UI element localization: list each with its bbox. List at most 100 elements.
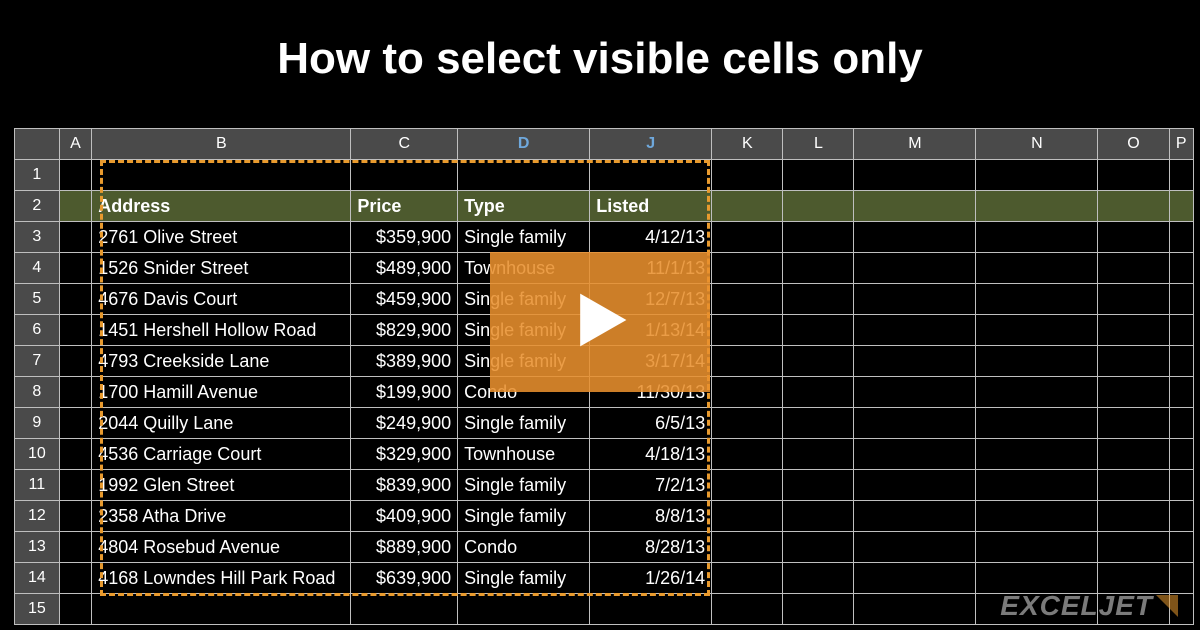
cell-listed[interactable]: 8/8/13: [590, 501, 712, 532]
cell[interactable]: [976, 439, 1098, 470]
table-row[interactable]: 144168 Lowndes Hill Park Road$639,900Sin…: [15, 563, 1194, 594]
column-header-J[interactable]: J: [590, 129, 712, 160]
row-header-1[interactable]: 1: [15, 160, 60, 191]
cell[interactable]: [92, 160, 351, 191]
cell-price[interactable]: $489,900: [351, 253, 458, 284]
cell[interactable]: [59, 532, 92, 563]
cell[interactable]: [854, 315, 976, 346]
cell[interactable]: [783, 594, 854, 625]
cell[interactable]: [59, 160, 92, 191]
cell[interactable]: [783, 191, 854, 222]
cell[interactable]: [976, 346, 1098, 377]
cell-address[interactable]: 1451 Hershell Hollow Road: [92, 315, 351, 346]
cell[interactable]: [458, 594, 590, 625]
cell-price[interactable]: $459,900: [351, 284, 458, 315]
cell[interactable]: [976, 563, 1098, 594]
cell[interactable]: [59, 408, 92, 439]
row-header-11[interactable]: 11: [15, 470, 60, 501]
cell[interactable]: [712, 284, 783, 315]
cell[interactable]: [1169, 253, 1193, 284]
cell-type[interactable]: Townhouse: [458, 439, 590, 470]
cell[interactable]: [351, 160, 458, 191]
header-price[interactable]: Price: [351, 191, 458, 222]
cell-listed[interactable]: 8/28/13: [590, 532, 712, 563]
table-row[interactable]: 122358 Atha Drive$409,900Single family8/…: [15, 501, 1194, 532]
cell-listed[interactable]: 6/5/13: [590, 408, 712, 439]
cell[interactable]: [976, 470, 1098, 501]
cell-address[interactable]: 4793 Creekside Lane: [92, 346, 351, 377]
cell[interactable]: [854, 501, 976, 532]
cell-price[interactable]: $249,900: [351, 408, 458, 439]
cell[interactable]: [1098, 191, 1169, 222]
row-header-5[interactable]: 5: [15, 284, 60, 315]
cell[interactable]: [854, 408, 976, 439]
cell[interactable]: [458, 160, 590, 191]
column-header-N[interactable]: N: [976, 129, 1098, 160]
cell[interactable]: [854, 284, 976, 315]
cell[interactable]: [712, 222, 783, 253]
table-row[interactable]: 92044 Quilly Lane$249,900Single family6/…: [15, 408, 1194, 439]
cell-address[interactable]: 2044 Quilly Lane: [92, 408, 351, 439]
cell[interactable]: [783, 160, 854, 191]
cell[interactable]: [854, 470, 976, 501]
table-row[interactable]: 134804 Rosebud Avenue$889,900Condo8/28/1…: [15, 532, 1194, 563]
cell[interactable]: [854, 253, 976, 284]
cell[interactable]: [1098, 470, 1169, 501]
cell[interactable]: [1098, 160, 1169, 191]
cell[interactable]: [1098, 377, 1169, 408]
row-header-2[interactable]: 2: [15, 191, 60, 222]
row-header-3[interactable]: 3: [15, 222, 60, 253]
row-header-6[interactable]: 6: [15, 315, 60, 346]
cell[interactable]: [59, 563, 92, 594]
cell[interactable]: [59, 377, 92, 408]
column-header-L[interactable]: L: [783, 129, 854, 160]
header-type[interactable]: Type: [458, 191, 590, 222]
cell[interactable]: [1169, 470, 1193, 501]
cell[interactable]: [1169, 346, 1193, 377]
cell-address[interactable]: 1992 Glen Street: [92, 470, 351, 501]
cell[interactable]: [1169, 222, 1193, 253]
cell[interactable]: [783, 532, 854, 563]
row-header-7[interactable]: 7: [15, 346, 60, 377]
row-1[interactable]: 1: [15, 160, 1194, 191]
cell[interactable]: [1098, 563, 1169, 594]
cell[interactable]: [854, 160, 976, 191]
cell[interactable]: [976, 377, 1098, 408]
cell[interactable]: [712, 253, 783, 284]
cell[interactable]: [1169, 377, 1193, 408]
cell[interactable]: [783, 253, 854, 284]
column-header-B[interactable]: B: [92, 129, 351, 160]
cell[interactable]: [1169, 532, 1193, 563]
column-header-P[interactable]: P: [1169, 129, 1193, 160]
cell-price[interactable]: $199,900: [351, 377, 458, 408]
cell-address[interactable]: 2358 Atha Drive: [92, 501, 351, 532]
cell-type[interactable]: Single family: [458, 563, 590, 594]
cell[interactable]: [59, 470, 92, 501]
cell-type[interactable]: Condo: [458, 532, 590, 563]
cell[interactable]: [712, 315, 783, 346]
row-header-14[interactable]: 14: [15, 563, 60, 594]
cell[interactable]: [712, 346, 783, 377]
cell[interactable]: [59, 315, 92, 346]
cell-listed[interactable]: 7/2/13: [590, 470, 712, 501]
cell[interactable]: [59, 253, 92, 284]
play-button[interactable]: [490, 252, 710, 392]
cell[interactable]: [351, 594, 458, 625]
table-row[interactable]: 104536 Carriage Court$329,900Townhouse4/…: [15, 439, 1194, 470]
column-header-row[interactable]: ABCDJKLMNOP: [15, 129, 1194, 160]
cell[interactable]: [976, 501, 1098, 532]
row-header-9[interactable]: 9: [15, 408, 60, 439]
cell[interactable]: [854, 563, 976, 594]
cell-price[interactable]: $889,900: [351, 532, 458, 563]
cell[interactable]: [712, 594, 783, 625]
cell[interactable]: [712, 470, 783, 501]
cell-price[interactable]: $329,900: [351, 439, 458, 470]
row-header-4[interactable]: 4: [15, 253, 60, 284]
cell-price[interactable]: $829,900: [351, 315, 458, 346]
cell[interactable]: [1098, 253, 1169, 284]
cell-price[interactable]: $359,900: [351, 222, 458, 253]
cell-price[interactable]: $409,900: [351, 501, 458, 532]
select-all-corner[interactable]: [15, 129, 60, 160]
cell[interactable]: [854, 377, 976, 408]
cell[interactable]: [976, 253, 1098, 284]
